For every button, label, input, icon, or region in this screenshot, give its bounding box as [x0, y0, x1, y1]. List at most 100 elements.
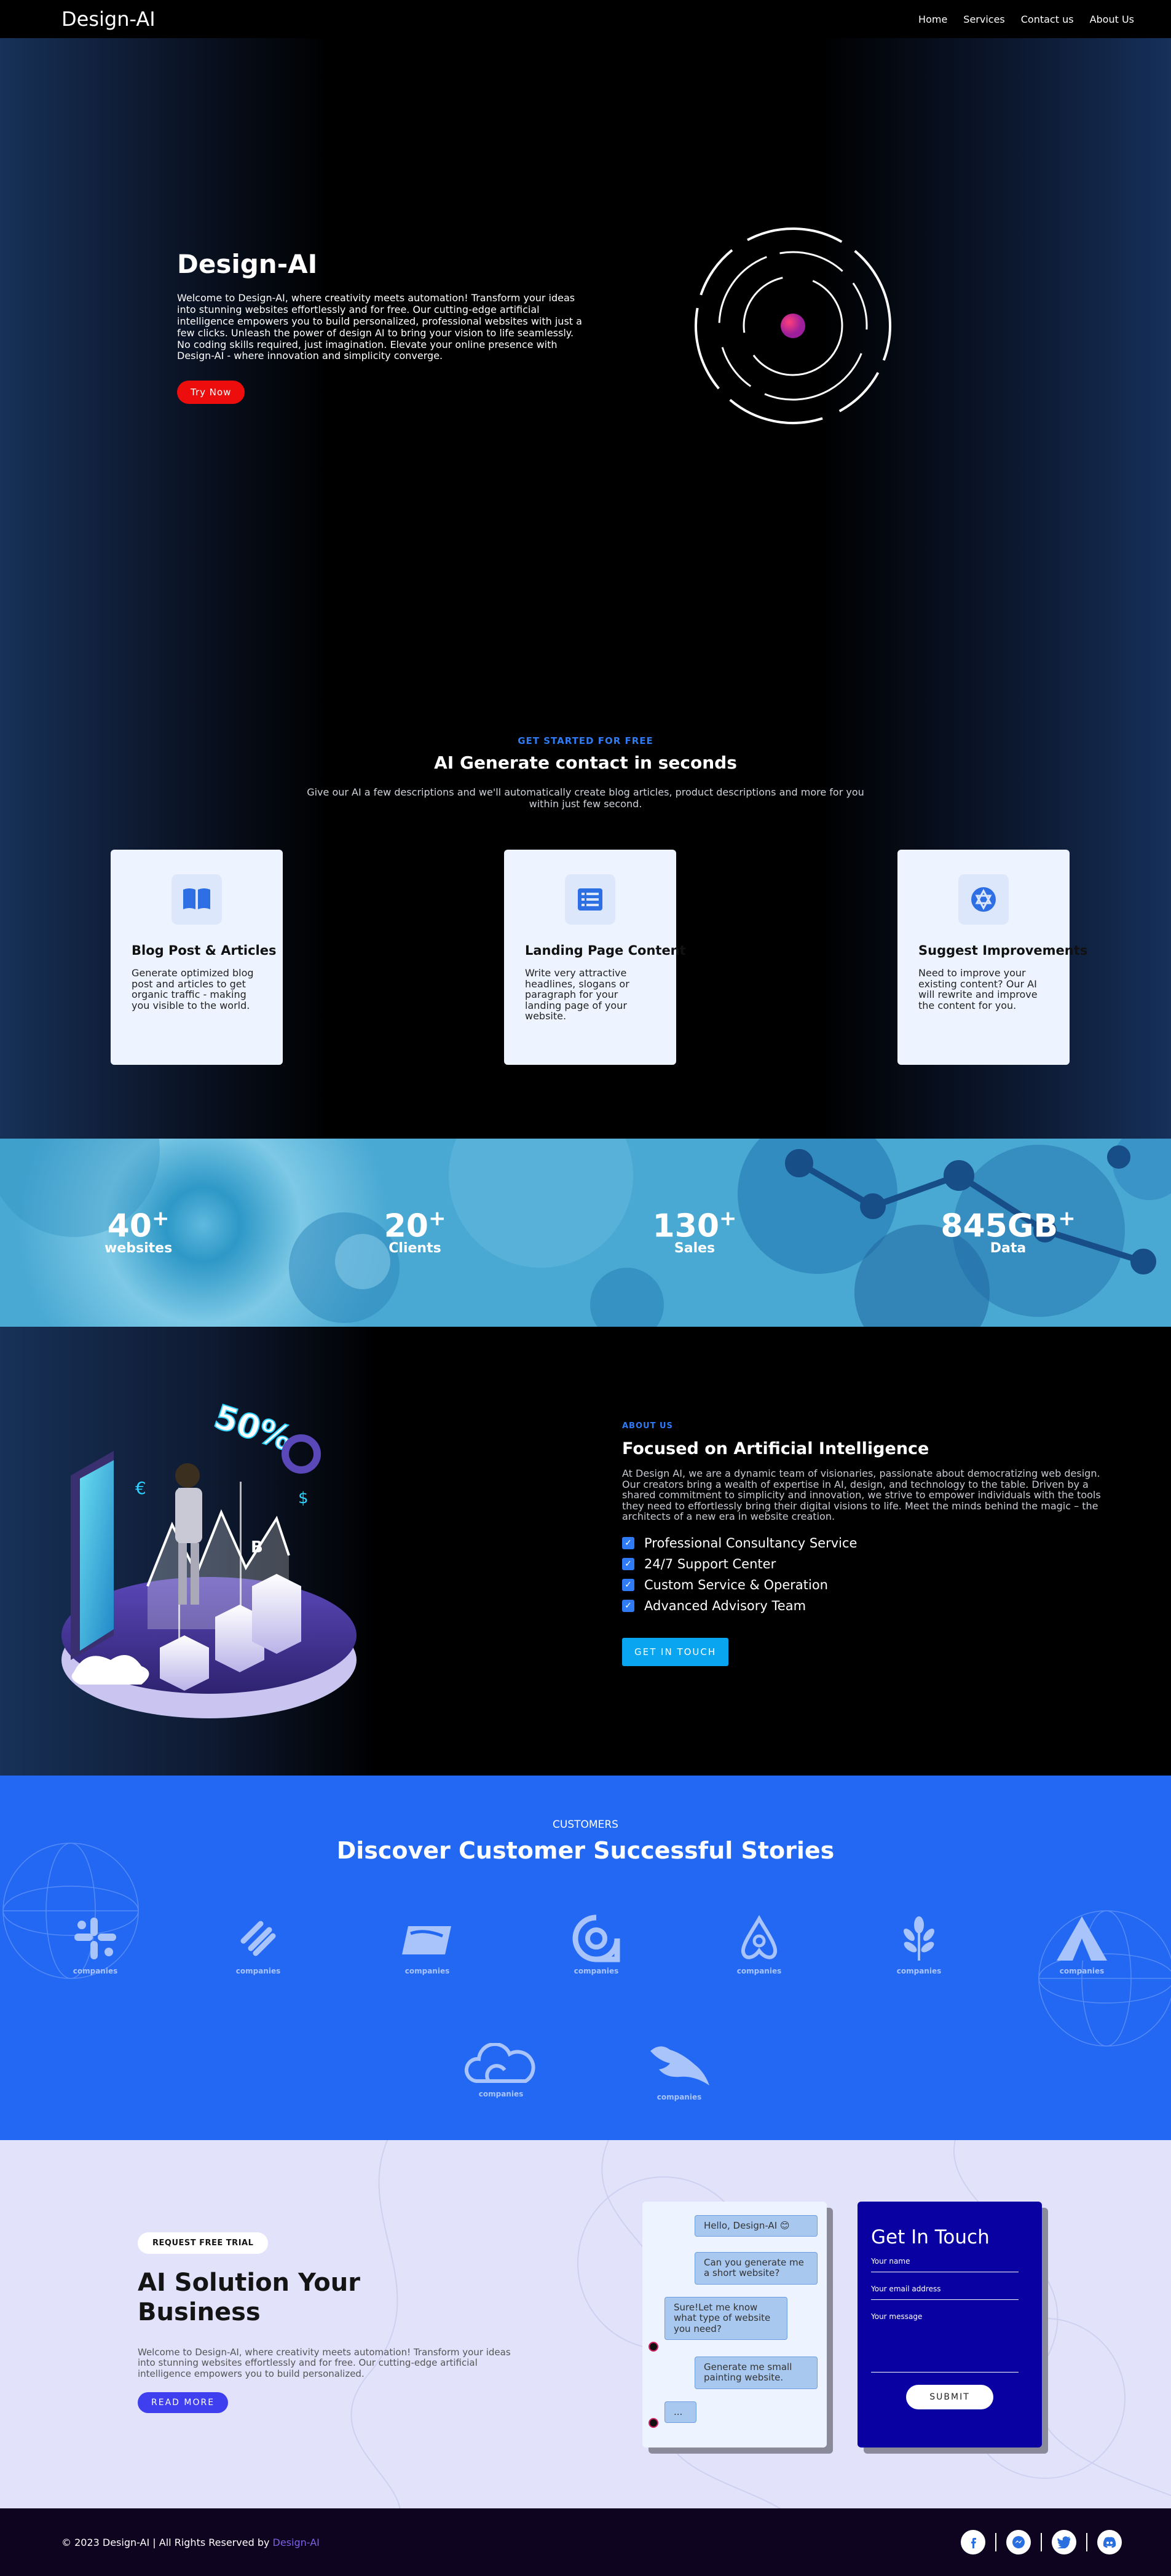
stat-number: 20+: [384, 1206, 446, 1245]
feature-item: ✓ Professional Consultancy Service: [622, 1536, 1108, 1551]
read-more-button[interactable]: READ MORE: [138, 2392, 229, 2413]
facebook-icon[interactable]: [961, 2530, 985, 2554]
euro-symbol: €: [135, 1478, 146, 1498]
customer-logo-bird[interactable]: companies: [639, 2040, 719, 2101]
customers-title: Discover Customer Successful Stories: [336, 1837, 835, 1864]
hero-title: Design-AI: [177, 249, 318, 279]
get-in-touch-button[interactable]: GET IN TOUCH: [622, 1637, 729, 1666]
about-section: ABOUT US Focused on Artificial Intellige…: [622, 1421, 1108, 1666]
stat-websites: 40+ websites: [104, 1206, 172, 1256]
about-text: At Design AI, we are a dynamic team of v…: [622, 1468, 1101, 1523]
request-free-trial-badge: REQUEST FREE TRIAL: [138, 2232, 269, 2254]
service-card-improve[interactable]: Suggest Improvements Need to improve you…: [897, 850, 1088, 1065]
divider: [1086, 2533, 1087, 2551]
bird-icon: [650, 2046, 709, 2085]
checkbox-icon: ✓: [622, 1536, 634, 1549]
service-card-title: Blog Post & Articles: [132, 943, 277, 958]
customer-logo-airbnb[interactable]: companies: [719, 1914, 799, 1975]
nav-contact[interactable]: Contact us: [1021, 14, 1074, 25]
service-card-text: Need to improve your existing content? O…: [918, 967, 1038, 1011]
discord-icon[interactable]: [1097, 2530, 1122, 2554]
message-field[interactable]: Your message: [871, 2312, 1019, 2373]
service-card-title: Landing Page Content: [525, 943, 686, 958]
site-footer: © 2023 Design-AI | All Rights Reserved b…: [0, 2508, 1171, 2576]
stat-label: Clients: [388, 1241, 441, 1257]
ai-avatar-icon: [649, 2418, 658, 2428]
airbnb-icon: [741, 1914, 778, 1959]
messenger-icon[interactable]: [1006, 2530, 1031, 2554]
customer-logo-cloud[interactable]: companies: [461, 2042, 541, 2098]
checkbox-icon: ✓: [622, 1599, 634, 1612]
social-links: [961, 2530, 1122, 2554]
chat-preview: Hello, Design-AI 😊 Can you generate me a…: [642, 2202, 827, 2448]
stat-number: 845GB+: [940, 1206, 1076, 1245]
stat-data: 845GB+ Data: [940, 1206, 1076, 1256]
customers-eyebrow: CUSTOMERS: [553, 1819, 618, 1831]
hero-section: Design-AI Welcome to Design-AI, where cr…: [177, 249, 583, 405]
about-feature-list: ✓ Professional Consultancy Service ✓ 24/7 …: [622, 1536, 1108, 1613]
isometric-ai-illustration: 50% € $ B: [61, 1396, 357, 1718]
stat-number: 40+: [107, 1206, 170, 1245]
services-header: GET STARTED FOR FREE AI Generate contact…: [0, 735, 1171, 810]
cta-text: Welcome to Design-AI, where creativity m…: [138, 2347, 511, 2379]
about-title: Focused on Artificial Intelligence: [622, 1439, 929, 1458]
nav-menu: Home Services Contact us About Us: [918, 14, 1134, 25]
top-nav: Design-AI Home Services Contact us About…: [0, 0, 1171, 38]
stat-clients: 20+ Clients: [381, 1206, 449, 1256]
services-subtitle: Give our AI a few descriptions and we'll…: [307, 786, 864, 810]
name-field[interactable]: Your name: [871, 2257, 1019, 2272]
usps-icon: [402, 1926, 451, 1954]
cta-section: REQUEST FREE TRIAL AI Solution Your Busi…: [0, 2140, 1171, 2508]
customer-logo-slack[interactable]: companies: [55, 1914, 135, 1975]
customer-logo-usps[interactable]: companies: [387, 1914, 467, 1975]
feature-item: ✓ Advanced Advisory Team: [622, 1598, 1108, 1613]
bitcoin-symbol: B: [251, 1538, 263, 1557]
cloud-icon: [464, 2042, 535, 2083]
customer-logo-squarespace[interactable]: companies: [218, 1914, 298, 1975]
feature-item: ✓ 24/7 Support Center: [622, 1557, 1108, 1571]
service-card-text: Write very attractive headlines, slogans…: [525, 967, 629, 1022]
services-title: AI Generate contact in seconds: [434, 753, 737, 773]
chat-bubble-typing: ...: [664, 2401, 696, 2424]
cta-title: AI Solution Your Business: [138, 2269, 360, 2326]
divider: [1041, 2533, 1042, 2551]
hero-rings-graphic: [695, 227, 891, 424]
customer-logo-leaf[interactable]: companies: [879, 1914, 959, 1975]
chat-bubble-user: Can you generate me a short website?: [695, 2252, 818, 2285]
slack-icon: [74, 1918, 116, 1959]
email-field[interactable]: Your email address: [871, 2285, 1019, 2300]
customer-logo-quora[interactable]: companies: [556, 1914, 636, 1975]
nav-services[interactable]: Services: [963, 14, 1004, 25]
squarespace-icon: [240, 1921, 276, 1956]
stat-number: 130+: [652, 1206, 737, 1245]
try-now-button[interactable]: Try Now: [177, 381, 245, 405]
footer-brand-link[interactable]: Design-AI: [273, 2537, 320, 2548]
checkbox-icon: ✓: [622, 1578, 634, 1591]
chat-bubble-ai: Sure!Let me know what type of website yo…: [664, 2297, 787, 2340]
service-card-title: Suggest Improvements: [918, 943, 1088, 958]
feature-item: ✓ Custom Service & Operation: [622, 1578, 1108, 1592]
stat-sales: 130+ Sales: [652, 1206, 738, 1256]
stats-band: 40+ websites 20+ Clients 130+ Sales 845G…: [0, 1139, 1171, 1327]
nav-about[interactable]: About Us: [1090, 14, 1134, 25]
about-eyebrow: ABOUT US: [622, 1421, 673, 1431]
nav-home[interactable]: Home: [918, 14, 947, 25]
submit-button[interactable]: SUBMIT: [906, 2385, 993, 2409]
service-card-blog[interactable]: Blog Post & Articles Generate optimized …: [111, 850, 283, 1065]
list-icon: [565, 874, 615, 925]
chat-bubble-user: Generate me small painting website.: [695, 2357, 818, 2389]
twitter-icon[interactable]: [1052, 2530, 1076, 2554]
star-of-david-icon: [958, 874, 1009, 925]
site-logo[interactable]: Design-AI: [61, 7, 156, 31]
service-card-text: Generate optimized blog post and article…: [132, 967, 254, 1011]
triangle-icon: [1057, 1916, 1107, 1961]
customers-section: CUSTOMERS Discover Customer Successful S…: [0, 1776, 1171, 2140]
service-card-landing[interactable]: Landing Page Content Write very attracti…: [504, 850, 686, 1065]
hero-text: Welcome to Design-AI, where creativity m…: [177, 292, 582, 362]
copyright: © 2023 Design-AI | All Rights Reserved b…: [61, 2536, 320, 2548]
book-icon: [172, 874, 222, 925]
checkbox-icon: ✓: [622, 1557, 634, 1570]
divider: [995, 2533, 996, 2551]
dollar-symbol: $: [298, 1489, 309, 1507]
customer-logo-triangle[interactable]: companies: [1042, 1914, 1122, 1975]
